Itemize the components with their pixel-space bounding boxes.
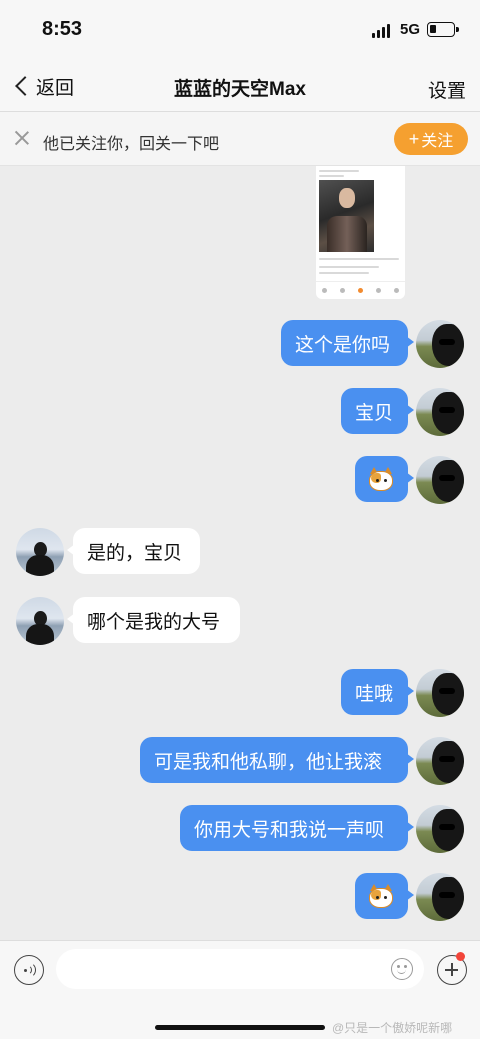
watermark: @只是一个傲娇呢新哪 (332, 1021, 453, 1035)
my-avatar[interactable] (416, 320, 464, 368)
network-type: 5G (400, 21, 421, 38)
message-bubble-incoming[interactable]: 是的，宝贝 (67, 528, 200, 574)
profile-photo (319, 180, 374, 252)
shared-screenshot-image[interactable] (316, 166, 405, 299)
message-bubble-outgoing[interactable]: 这个是你吗 (281, 320, 414, 366)
my-avatar[interactable] (416, 456, 464, 504)
message-bubble-outgoing[interactable]: 可是我和他私聊，他让我滚 (140, 737, 414, 783)
status-time: 8:53 (42, 18, 83, 40)
message-bubble-outgoing[interactable]: 宝贝 (341, 388, 414, 434)
settings-button[interactable]: 设置 (428, 76, 466, 103)
follow-label: 关注 (421, 133, 454, 150)
banner-text: 他已关注你，回关一下吧 (43, 136, 220, 153)
my-avatar[interactable] (416, 873, 464, 921)
sticker-bubble-outgoing[interactable] (355, 873, 414, 919)
message-bubble-outgoing[interactable]: 你用大号和我说一声呗 (180, 805, 414, 851)
sticker-bubble-outgoing[interactable] (355, 456, 414, 502)
my-avatar[interactable] (416, 737, 464, 785)
plus-icon: + (408, 128, 420, 149)
contact-avatar[interactable] (16, 528, 64, 576)
input-bar: @只是一个傲娇呢新哪 (0, 940, 480, 1039)
my-avatar[interactable] (416, 805, 464, 853)
status-bar: 8:53 5G (0, 0, 480, 60)
close-icon[interactable] (14, 130, 30, 146)
home-indicator (155, 1025, 325, 1030)
cat-sticker-icon (368, 467, 394, 491)
follow-button[interactable]: + 关注 (394, 123, 468, 155)
chat-title: 蓝蓝的天空Max (174, 79, 306, 100)
contact-avatar[interactable] (16, 597, 64, 645)
emoji-icon[interactable] (391, 958, 413, 980)
my-avatar[interactable] (416, 669, 464, 717)
my-avatar[interactable] (416, 388, 464, 436)
message-bubble-outgoing[interactable]: 哇哦 (341, 669, 414, 715)
cat-sticker-icon (368, 884, 394, 908)
notification-dot (456, 952, 465, 961)
message-input[interactable] (56, 949, 424, 989)
voice-icon[interactable] (14, 955, 44, 985)
signal-icon (372, 24, 394, 38)
battery-icon (427, 22, 459, 37)
message-bubble-incoming[interactable]: 哪个是我的大号 (67, 597, 240, 643)
nav-bar: 返回 蓝蓝的天空Max 设置 (0, 60, 480, 112)
